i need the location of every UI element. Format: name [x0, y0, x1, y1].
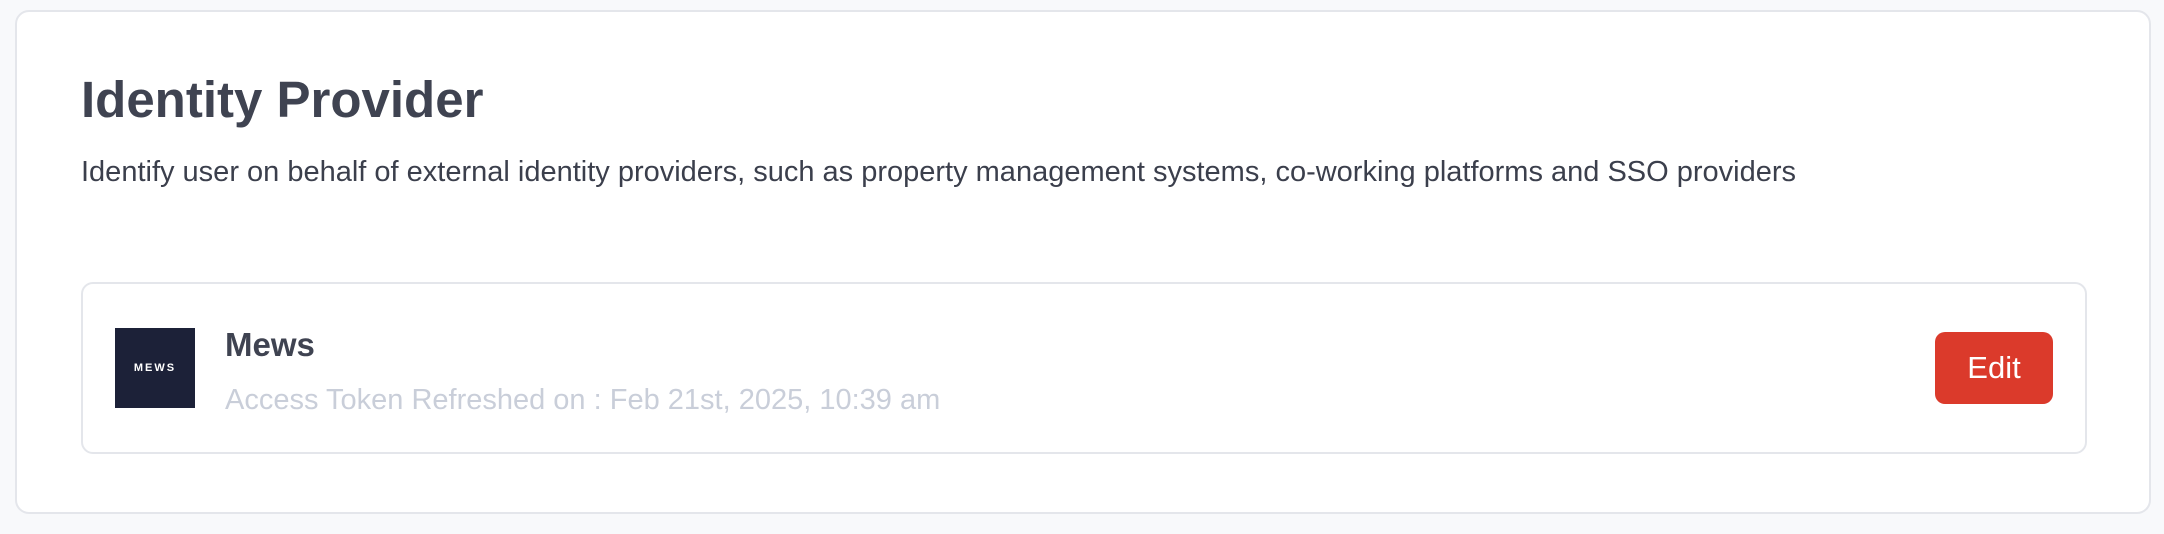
provider-name: Mews: [225, 326, 315, 363]
token-refresh-status: Access Token Refreshed on : Feb 21st, 20…: [225, 384, 941, 416]
edit-button[interactable]: Edit: [1935, 332, 2053, 404]
section-description: Identify user on behalf of external iden…: [81, 156, 1797, 188]
provider-item-mews: MEWS Mews Access Token Refreshed on : Fe…: [81, 282, 2087, 454]
identity-provider-card: Identity Provider Identify user on behal…: [15, 10, 2151, 514]
mews-logo-text: MEWS: [133, 362, 177, 374]
mews-logo: MEWS: [115, 328, 195, 408]
section-title: Identity Provider: [81, 71, 484, 128]
